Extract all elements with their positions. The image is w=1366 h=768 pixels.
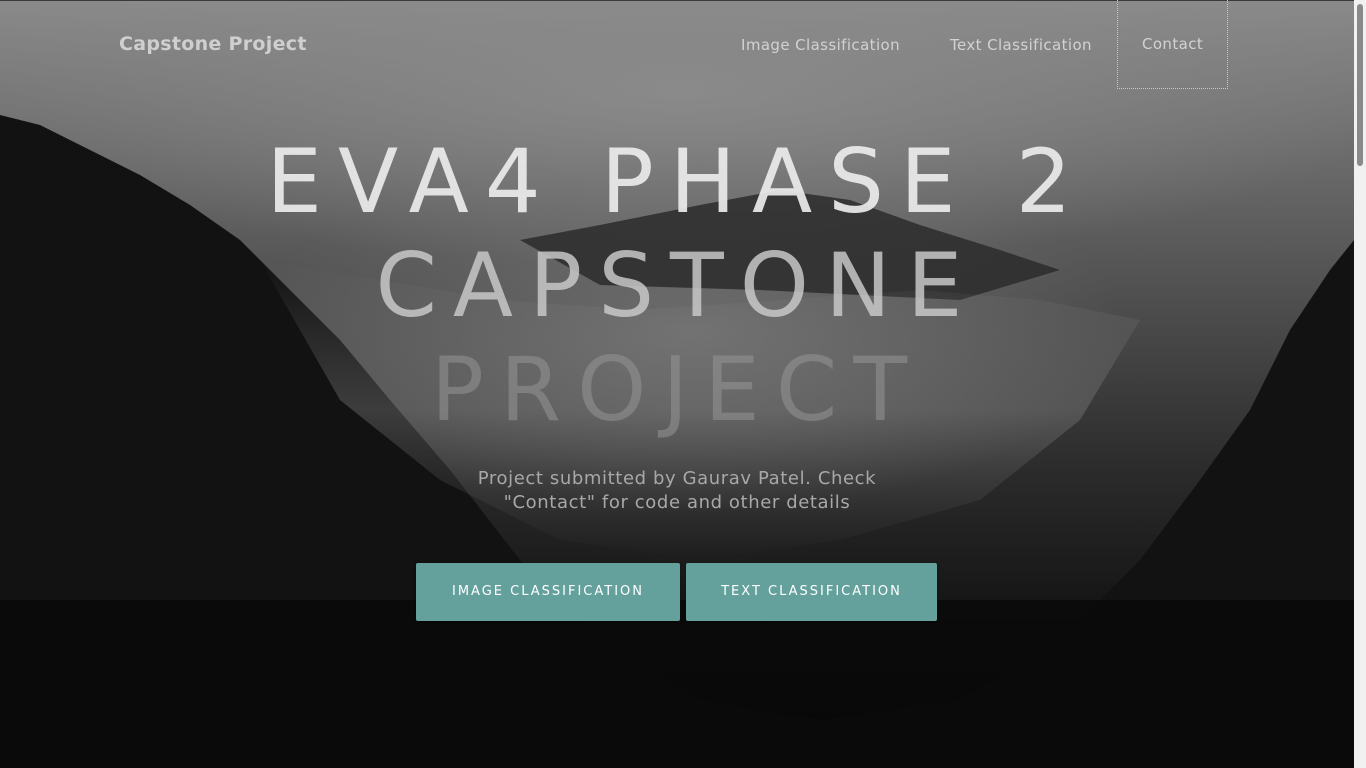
vertical-scrollbar[interactable] [1354,0,1366,768]
hero-subtitle-line-1: Project submitted by Gaurav Patel. Check [477,468,877,489]
hero-subtitle-line-2: "Contact" for code and other details [503,492,851,513]
hero-title-line-1: EVA4 PHASE 2 [266,130,1088,233]
scrollbar-thumb[interactable] [1357,4,1363,166]
page: Capstone Project Image Classification Te… [0,0,1366,768]
image-classification-button[interactable]: IMAGE CLASSIFICATION [416,563,680,621]
main-navigation: Image Classification Text Classification… [716,0,1229,90]
nav-image-classification[interactable]: Image Classification [716,0,925,90]
text-classification-button[interactable]: TEXT CLASSIFICATION [686,563,937,621]
hero-title-line-3: PROJECT [430,338,924,441]
brand-logo-link[interactable]: Capstone Project [119,33,307,55]
hero-title: EVA4 PHASE 2 CAPSTONE PROJECT [0,130,1354,442]
hero-title-line-2: CAPSTONE [375,234,979,337]
nav-text-classification[interactable]: Text Classification [925,0,1117,90]
hero-subtitle: Project submitted by Gaurav Patel. Check… [0,467,1354,515]
nav-contact[interactable]: Contact [1116,0,1229,89]
